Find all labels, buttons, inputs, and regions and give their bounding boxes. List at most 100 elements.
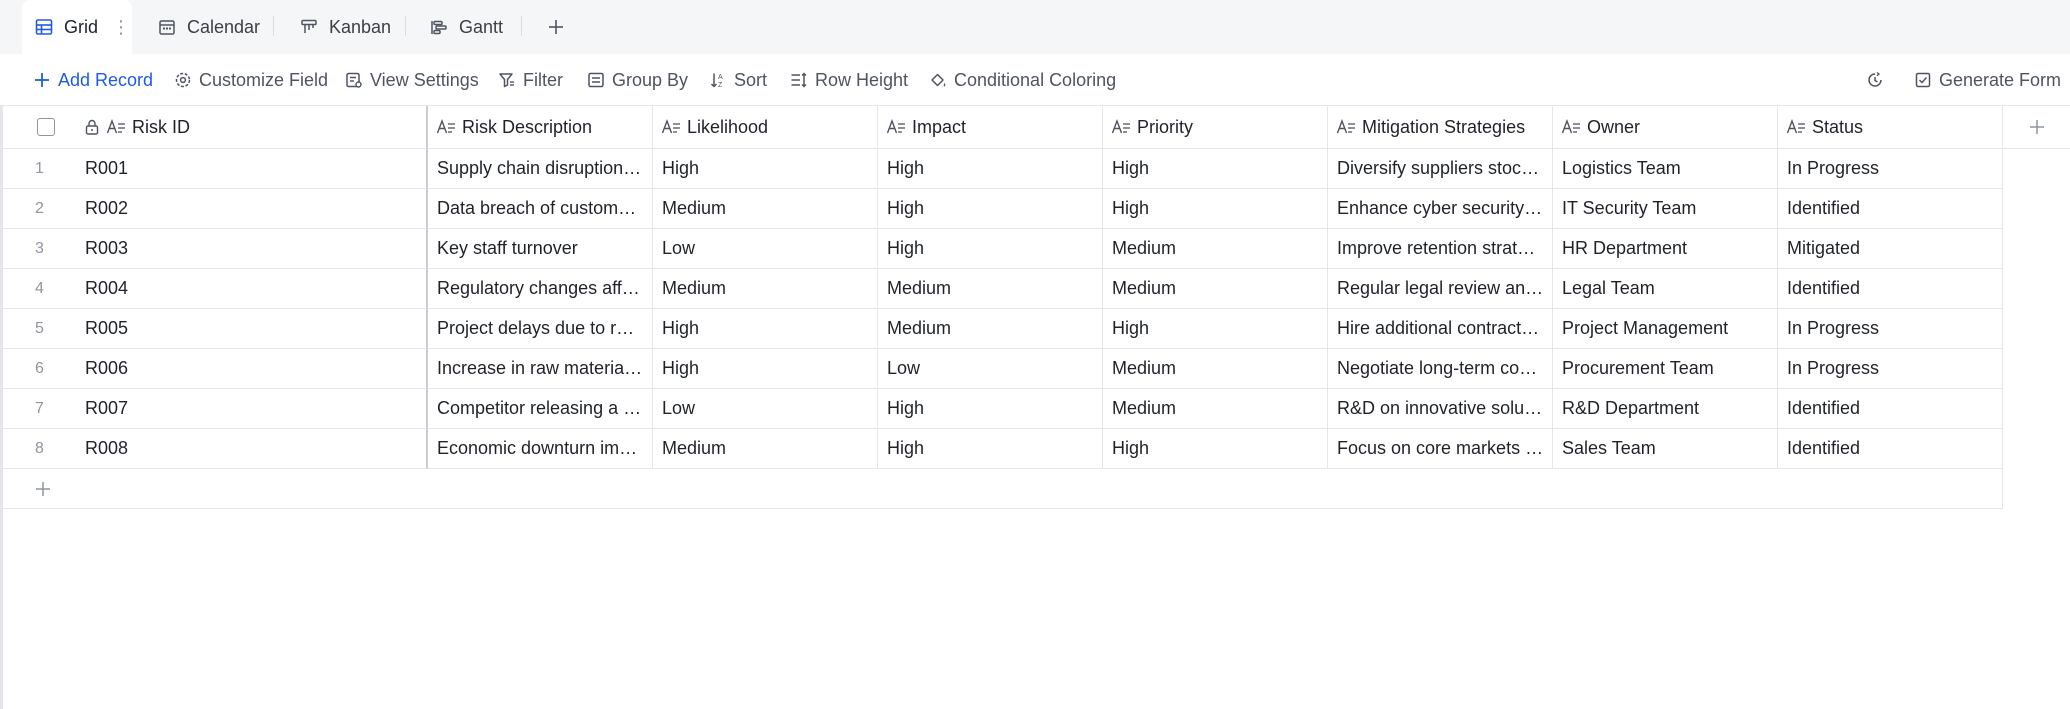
- cell-status[interactable]: In Progress: [1778, 149, 2003, 189]
- cell-risk-description[interactable]: Economic downturn impacting sales: [428, 429, 653, 469]
- cell-owner[interactable]: Sales Team: [1553, 429, 1778, 469]
- cell-risk-description[interactable]: Project delays due to resource shortages: [428, 309, 653, 349]
- cell-priority[interactable]: Medium: [1103, 389, 1328, 429]
- cell-text: Procurement Team: [1562, 358, 1714, 378]
- cell-owner[interactable]: Procurement Team: [1553, 349, 1778, 389]
- cell-mitigation-strategies[interactable]: R&D on innovative solutions: [1328, 389, 1553, 429]
- cell-risk-id[interactable]: R004: [76, 269, 428, 309]
- cell-impact[interactable]: Low: [878, 349, 1103, 389]
- cell-impact[interactable]: High: [878, 149, 1103, 189]
- column-header-risk-id[interactable]: Risk ID: [76, 106, 428, 149]
- cell-impact[interactable]: High: [878, 189, 1103, 229]
- cell-text: High: [887, 238, 925, 258]
- add-view-button[interactable]: [541, 12, 571, 42]
- cell-mitigation-strategies[interactable]: Negotiate long-term contracts: [1328, 349, 1553, 389]
- cell-status[interactable]: Identified: [1778, 389, 2003, 429]
- customize-field-button[interactable]: Customize Field: [174, 54, 328, 106]
- tab-grid[interactable]: Grid ⋮: [22, 0, 132, 54]
- column-header-risk-description[interactable]: Risk Description: [428, 106, 653, 149]
- cell-likelihood[interactable]: Medium: [653, 429, 878, 469]
- group-by-button[interactable]: Group By: [587, 54, 688, 106]
- cell-likelihood[interactable]: Medium: [653, 189, 878, 229]
- history-button[interactable]: [1866, 54, 1884, 106]
- cell-risk-id[interactable]: R005: [76, 309, 428, 349]
- cell-mitigation-strategies[interactable]: Regular legal review and compliance: [1328, 269, 1553, 309]
- cell-risk-id[interactable]: R007: [76, 389, 428, 429]
- column-header-likelihood[interactable]: Likelihood: [653, 106, 878, 149]
- cell-risk-id[interactable]: R002: [76, 189, 428, 229]
- generate-form-button[interactable]: Generate Form: [1914, 54, 2061, 106]
- conditional-coloring-button[interactable]: Conditional Coloring: [929, 54, 1116, 106]
- cell-text: Focus on core markets and cost control: [1337, 438, 1552, 458]
- cell-risk-description[interactable]: Competitor releasing a similar product: [428, 389, 653, 429]
- cell-priority[interactable]: Medium: [1103, 349, 1328, 389]
- tab-gantt[interactable]: Gantt: [429, 0, 503, 54]
- tab-calendar[interactable]: Calendar: [157, 0, 260, 54]
- column-header-impact[interactable]: Impact: [878, 106, 1103, 149]
- cell-priority[interactable]: High: [1103, 149, 1328, 189]
- cell-text: Economic downturn impacting sales: [437, 438, 652, 458]
- cell-mitigation-strategies[interactable]: Improve retention strategies: [1328, 229, 1553, 269]
- cell-owner[interactable]: R&D Department: [1553, 389, 1778, 429]
- cell-priority[interactable]: Medium: [1103, 269, 1328, 309]
- cell-likelihood[interactable]: High: [653, 149, 878, 189]
- cell-impact[interactable]: High: [878, 429, 1103, 469]
- sort-button[interactable]: AZ Sort: [709, 54, 767, 106]
- column-header-mitigation-strategies[interactable]: Mitigation Strategies: [1328, 106, 1553, 149]
- filter-button[interactable]: Filter: [498, 54, 563, 106]
- cell-likelihood[interactable]: Low: [653, 389, 878, 429]
- cell-impact[interactable]: Medium: [878, 269, 1103, 309]
- column-header-priority[interactable]: Priority: [1103, 106, 1328, 149]
- cell-status[interactable]: Identified: [1778, 429, 2003, 469]
- cell-impact[interactable]: Medium: [878, 309, 1103, 349]
- cell-owner[interactable]: Logistics Team: [1553, 149, 1778, 189]
- cell-mitigation-strategies[interactable]: Hire additional contractors: [1328, 309, 1553, 349]
- cell-risk-description[interactable]: Increase in raw material costs: [428, 349, 653, 389]
- row-height-button[interactable]: Row Height: [790, 54, 908, 106]
- cell-mitigation-strategies[interactable]: Enhance cyber security measures: [1328, 189, 1553, 229]
- cell-risk-id[interactable]: R006: [76, 349, 428, 389]
- cell-likelihood[interactable]: High: [653, 309, 878, 349]
- column-header-owner[interactable]: Owner: [1553, 106, 1778, 149]
- cell-status[interactable]: Identified: [1778, 269, 2003, 309]
- add-record-button[interactable]: Add Record: [33, 54, 153, 106]
- cell-risk-id[interactable]: R001: [76, 149, 428, 189]
- select-all-checkbox[interactable]: [37, 118, 55, 136]
- cell-text: High: [887, 398, 925, 418]
- cell-impact[interactable]: High: [878, 229, 1103, 269]
- cell-priority[interactable]: High: [1103, 309, 1328, 349]
- cell-risk-description[interactable]: Key staff turnover: [428, 229, 653, 269]
- view-settings-button[interactable]: View Settings: [345, 54, 479, 106]
- cell-status[interactable]: In Progress: [1778, 309, 2003, 349]
- cell-likelihood[interactable]: Medium: [653, 269, 878, 309]
- cell-text: In Progress: [1787, 358, 1880, 378]
- cell-owner[interactable]: IT Security Team: [1553, 189, 1778, 229]
- add-row-button[interactable]: [3, 469, 2003, 509]
- cell-owner[interactable]: Project Management: [1553, 309, 1778, 349]
- cell-risk-description[interactable]: Regulatory changes affecting operations: [428, 269, 653, 309]
- add-column-button[interactable]: [2003, 106, 2070, 149]
- cell-owner[interactable]: Legal Team: [1553, 269, 1778, 309]
- cell-status[interactable]: Mitigated: [1778, 229, 2003, 269]
- cell-risk-description[interactable]: Data breach of customer information: [428, 189, 653, 229]
- plus-icon: [549, 20, 563, 34]
- cell-risk-id[interactable]: R008: [76, 429, 428, 469]
- cell-priority[interactable]: High: [1103, 429, 1328, 469]
- cell-mitigation-strategies[interactable]: Diversify suppliers stockpile critical m…: [1328, 149, 1553, 189]
- cell-risk-id[interactable]: R003: [76, 229, 428, 269]
- cell-priority[interactable]: Medium: [1103, 229, 1328, 269]
- cell-mitigation-strategies[interactable]: Focus on core markets and cost control: [1328, 429, 1553, 469]
- cell-text: Medium: [662, 278, 727, 298]
- cell-impact[interactable]: High: [878, 389, 1103, 429]
- cell-likelihood[interactable]: High: [653, 349, 878, 389]
- column-header-status[interactable]: Status: [1778, 106, 2003, 149]
- tab-grid-label: Grid: [64, 16, 99, 37]
- tab-more-icon[interactable]: ⋮: [112, 17, 130, 38]
- cell-status[interactable]: In Progress: [1778, 349, 2003, 389]
- cell-owner[interactable]: HR Department: [1553, 229, 1778, 269]
- tab-kanban[interactable]: Kanban: [299, 0, 391, 54]
- cell-likelihood[interactable]: Low: [653, 229, 878, 269]
- cell-priority[interactable]: High: [1103, 189, 1328, 229]
- cell-status[interactable]: Identified: [1778, 189, 2003, 229]
- cell-risk-description[interactable]: Supply chain disruption due to natural d…: [428, 149, 653, 189]
